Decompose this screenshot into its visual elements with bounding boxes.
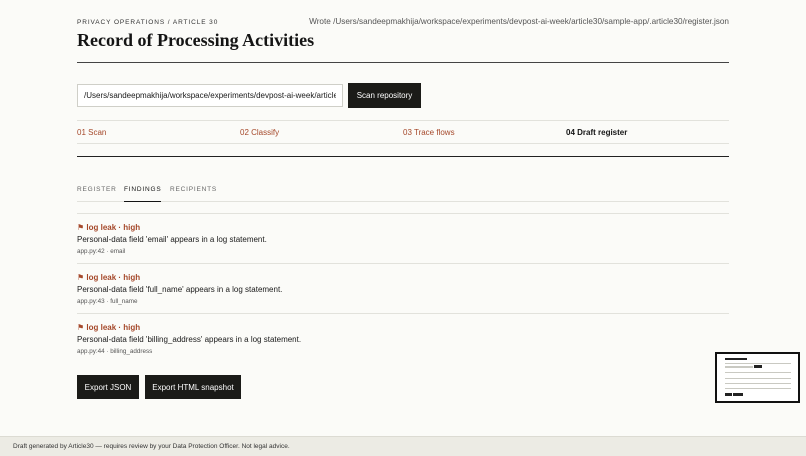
step-trace-flows[interactable]: 03 Trace flows — [403, 128, 455, 137]
eyebrow-label: PRIVACY OPERATIONS / ARTICLE 30 — [77, 19, 219, 26]
finding-location: app.py:44 · billing_address — [77, 348, 153, 355]
finding-item: ⚑ log leak · high Personal-data field 'e… — [77, 213, 729, 263]
finding-description: Personal-data field 'billing_address' ap… — [77, 335, 302, 344]
minimap-button — [725, 393, 732, 396]
export-json-button[interactable]: Export JSON — [77, 375, 139, 399]
export-html-snapshot-button[interactable]: Export HTML snapshot — [145, 375, 241, 399]
minimap-title — [725, 358, 747, 360]
minimap-input — [725, 366, 753, 368]
footer-disclaimer: Draft generated by Article30 — requires … — [13, 443, 290, 450]
title-divider — [77, 62, 729, 63]
page-title: Record of Processing Activities — [77, 30, 315, 50]
finding-type: ⚑ log leak · high — [77, 223, 141, 232]
finding-location: app.py:42 · email — [77, 248, 126, 255]
footer-bar: Draft generated by Article30 — requires … — [0, 436, 806, 456]
step-draft-register[interactable]: 04 Draft register — [566, 128, 627, 137]
finding-item: ⚑ log leak · high Personal-data field 'f… — [77, 263, 729, 313]
minimap-rule — [725, 388, 791, 389]
minimap-rule — [725, 372, 791, 373]
steps-divider — [77, 156, 729, 157]
step-classify[interactable]: 02 Classify — [240, 128, 279, 137]
minimap-rule — [725, 383, 791, 384]
tab-bar: REGISTER FINDINGS RECIPIENTS — [77, 182, 729, 202]
tab-register[interactable]: REGISTER — [77, 186, 117, 201]
finding-description: Personal-data field 'full_name' appears … — [77, 285, 283, 294]
finding-item: ⚑ log leak · high Personal-data field 'b… — [77, 313, 729, 363]
finding-location: app.py:43 · full_name — [77, 298, 138, 305]
page-minimap[interactable] — [715, 352, 800, 403]
status-message: Wrote /Users/sandeepmakhija/workspace/ex… — [309, 17, 729, 26]
minimap-button — [733, 393, 743, 396]
workflow-steps: 01 Scan 02 Classify 03 Trace flows 04 Dr… — [77, 120, 729, 144]
tab-findings[interactable]: FINDINGS — [124, 186, 162, 202]
minimap-rule — [725, 378, 791, 379]
minimap-button — [754, 365, 762, 368]
minimap-rule — [725, 363, 791, 364]
repository-path-input[interactable] — [77, 84, 343, 107]
finding-description: Personal-data field 'email' appears in a… — [77, 235, 267, 244]
tab-recipients[interactable]: RECIPIENTS — [170, 186, 217, 201]
finding-type: ⚑ log leak · high — [77, 323, 141, 332]
step-scan[interactable]: 01 Scan — [77, 128, 106, 137]
scan-repository-button[interactable]: Scan repository — [348, 83, 421, 108]
finding-type: ⚑ log leak · high — [77, 273, 141, 282]
